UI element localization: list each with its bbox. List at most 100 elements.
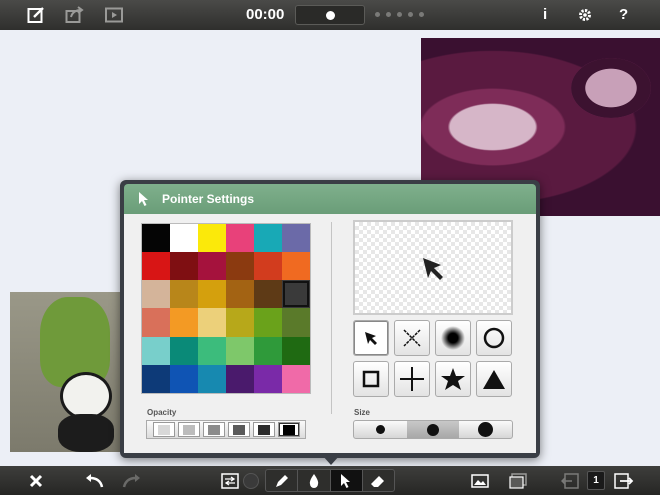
page-dot[interactable] [375,12,380,17]
color-swatch[interactable] [226,336,254,365]
color-swatch[interactable] [226,252,254,281]
timeline-slider-knob[interactable] [326,11,335,20]
pointer-tool[interactable] [330,470,363,491]
ink-tool[interactable] [298,470,331,491]
pointer-icon [341,473,351,488]
edit-icon[interactable] [26,5,46,25]
opacity-option[interactable] [177,422,200,437]
color-swatch[interactable] [282,280,310,309]
color-swatch[interactable] [198,280,226,309]
color-swatch[interactable] [254,364,282,393]
arrow-pointer-icon [423,258,443,280]
previous-page-icon[interactable] [560,471,580,491]
color-swatch[interactable] [254,224,282,253]
size-large-option[interactable] [459,421,512,438]
pen-tool[interactable] [266,470,299,491]
eraser-icon [371,475,385,487]
color-swatch[interactable] [226,280,254,309]
circle-outline-icon [483,327,505,349]
color-swatch[interactable] [254,308,282,337]
panda-toy-photo[interactable] [10,292,122,452]
background-icon[interactable] [508,471,528,491]
color-swatch[interactable] [282,336,310,365]
color-swatch[interactable] [142,336,170,365]
opacity-swatch [182,424,195,435]
page-dot[interactable] [386,12,391,17]
star-button[interactable] [435,361,471,397]
arrow-pointer-icon [365,332,377,345]
bottom-toolbar: 1 [0,466,660,495]
size-large-dot [478,422,494,437]
page-dots [375,12,424,17]
color-swatch[interactable] [254,280,282,309]
color-swatch[interactable] [170,364,198,393]
color-swatch[interactable] [142,364,170,393]
undo-icon[interactable] [84,471,104,491]
soft-dot-icon [441,326,465,350]
popover-header: Pointer Settings [124,184,536,214]
color-swatch[interactable] [226,224,254,253]
soft-dot-button[interactable] [435,320,471,356]
color-swatch[interactable] [198,336,226,365]
color-swatch[interactable] [254,252,282,281]
info-button[interactable]: i [543,6,547,23]
gear-icon[interactable] [575,5,595,25]
opacity-swatch [257,424,270,435]
opacity-option[interactable] [202,422,225,437]
plus-button[interactable] [394,361,430,397]
play-icon[interactable] [104,5,124,25]
triangle-button[interactable] [476,361,512,397]
opacity-swatch [282,424,295,435]
color-swatch[interactable] [142,224,170,253]
color-swatch[interactable] [170,280,198,309]
plus-icon [400,367,424,391]
redo-icon[interactable] [122,471,142,491]
size-small-option[interactable] [354,421,407,438]
color-swatch-button[interactable] [241,471,261,491]
page-dot[interactable] [419,12,424,17]
color-swatch[interactable] [142,308,170,337]
color-swatch[interactable] [254,336,282,365]
help-button[interactable]: ? [619,6,628,23]
color-swatch[interactable] [170,252,198,281]
color-swatch[interactable] [282,308,310,337]
close-icon[interactable] [26,471,46,491]
circle-outline-button[interactable] [476,320,512,356]
size-medium-option[interactable] [406,421,460,438]
color-swatch[interactable] [170,336,198,365]
swap-icon[interactable] [220,471,240,491]
eraser-tool[interactable] [363,470,394,491]
color-swatch[interactable] [198,364,226,393]
color-swatch[interactable] [282,252,310,281]
color-swatch[interactable] [282,224,310,253]
color-swatch[interactable] [198,252,226,281]
opacity-option[interactable] [227,422,250,437]
pointer-settings-popover: Pointer Settings Opacity Size [120,180,540,458]
color-swatch[interactable] [282,364,310,393]
size-small-dot [375,425,385,434]
popover-arrow [322,455,340,465]
opacity-option[interactable] [252,422,275,437]
timeline-slider[interactable] [295,5,365,25]
color-swatch[interactable] [198,308,226,337]
color-swatch[interactable] [198,224,226,253]
page-dot[interactable] [408,12,413,17]
opacity-option[interactable] [277,422,300,437]
page-dot[interactable] [397,12,402,17]
square-outline-button[interactable] [353,361,389,397]
image-icon[interactable] [470,471,490,491]
popover-body: Opacity Size [124,214,536,453]
size-label: Size [354,408,371,417]
opacity-option[interactable] [152,422,175,437]
x-cross-icon [403,329,421,347]
color-swatch[interactable] [142,280,170,309]
color-swatch[interactable] [170,224,198,253]
color-swatch[interactable] [226,364,254,393]
arrow-pointer-button[interactable] [353,320,389,356]
color-swatch[interactable] [226,308,254,337]
share-icon[interactable] [65,5,85,25]
color-swatch[interactable] [170,308,198,337]
x-cross-button[interactable] [394,320,430,356]
next-page-icon[interactable] [614,471,634,491]
color-swatch[interactable] [142,252,170,281]
